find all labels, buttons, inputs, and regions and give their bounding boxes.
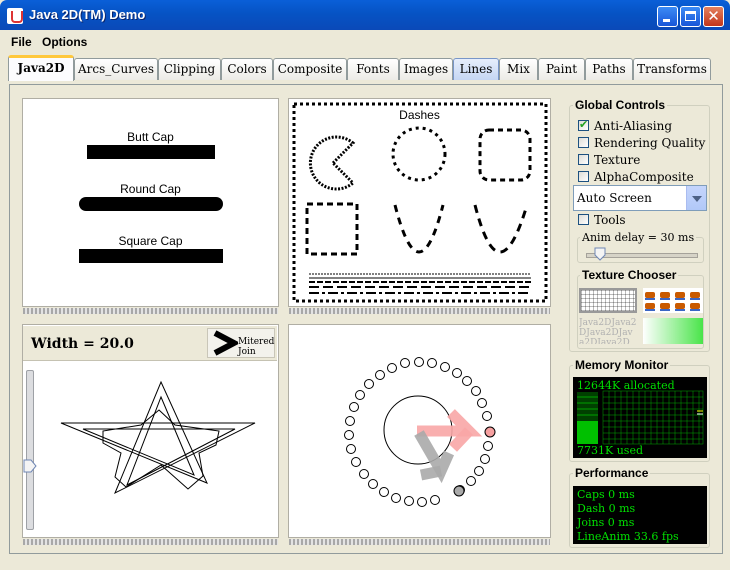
checkbox-unchecked-icon [578, 171, 589, 182]
tab-java2d[interactable]: Java2D [8, 55, 74, 81]
join-type-button[interactable]: Mitered Join [207, 328, 275, 358]
global-controls-title: Global Controls [573, 98, 667, 112]
performance-display[interactable]: Caps 0 ms Dash 0 ms Joins 0 ms LineAnim … [573, 486, 707, 544]
tab-paths[interactable]: Paths [585, 58, 633, 80]
tools-label: Tools [594, 213, 626, 227]
anim-delay-slider-thumb[interactable] [594, 247, 606, 261]
tab-images[interactable]: Images [399, 58, 453, 80]
demo-tab-strip: Java2D Arcs_Curves Clipping Colors Compo… [4, 54, 726, 84]
rendering-quality-label: Rendering Quality [594, 136, 706, 150]
anim-delay-label: Anim delay = 30 ms [580, 231, 697, 244]
dashes-panel-grip[interactable] [289, 308, 550, 314]
checkbox-unchecked-icon [578, 137, 589, 148]
texture-gradient-swatch[interactable] [643, 318, 703, 344]
square-cap-label: Square Cap [118, 234, 183, 248]
tab-fonts[interactable]: Fonts [347, 58, 399, 80]
join-type-label: Mitered Join [238, 337, 275, 357]
screen-combo-box[interactable]: Auto Screen [573, 185, 707, 211]
chevron-down-icon[interactable] [686, 186, 706, 210]
menu-options[interactable]: Options [42, 35, 87, 49]
tab-composite[interactable]: Composite [273, 58, 347, 80]
square-cap-line [79, 249, 223, 263]
java-app-icon[interactable] [7, 8, 23, 24]
close-icon: ✕ [707, 7, 720, 25]
lineanim-drawing [344, 357, 496, 507]
caps-demo-panel[interactable]: Butt Cap Round Cap Square Cap [22, 98, 279, 307]
alpha-composite-label: AlphaComposite [594, 170, 694, 184]
lineanim-panel-grip[interactable] [289, 539, 550, 545]
checkbox-unchecked-icon [578, 154, 589, 165]
checkbox-unchecked-icon [578, 214, 589, 225]
app-window: Java 2D(TM) Demo ✕ File Options Java2D A… [0, 0, 730, 570]
tab-transforms[interactable]: Transforms [633, 58, 711, 80]
joins-control-bar: Width = 20.0 Mitered Join [23, 326, 277, 361]
mitered-join-icon [213, 330, 238, 356]
tab-colors[interactable]: Colors [221, 58, 273, 80]
tab-lines[interactable]: Lines [453, 58, 499, 80]
title-bar[interactable]: Java 2D(TM) Demo ✕ [0, 0, 730, 30]
menu-bar: File Options [4, 30, 726, 54]
menu-file[interactable]: File [11, 35, 32, 49]
caps-panel-grip[interactable] [23, 308, 278, 314]
close-button[interactable]: ✕ [703, 6, 724, 27]
width-label: Width = 20.0 [31, 336, 134, 352]
perf-joins-line: Joins 0 ms [577, 516, 635, 529]
tab-paint[interactable]: Paint [538, 58, 585, 80]
performance-title: Performance [573, 466, 651, 480]
screen-combo-value: Auto Screen [577, 191, 652, 205]
line-width-slider[interactable] [26, 370, 34, 530]
tab-arcs-curves[interactable]: Arcs_Curves [74, 58, 158, 80]
window-title: Java 2D(TM) Demo [29, 7, 146, 22]
perf-caps-line: Caps 0 ms [577, 488, 635, 501]
butt-cap-label: Butt Cap [127, 130, 174, 144]
round-cap-line [79, 197, 223, 211]
lineanim-demo-panel[interactable] [288, 324, 551, 538]
dashes-drawing [292, 102, 548, 303]
perf-lineanim-line: LineAnim 33.6 fps [577, 530, 679, 543]
line-width-slider-thumb[interactable] [23, 459, 37, 473]
round-cap-label: Round Cap [120, 182, 181, 196]
perf-dash-line: Dash 0 ms [577, 502, 636, 515]
memory-used-text: 7731K used [577, 444, 643, 457]
minimize-button[interactable] [657, 6, 678, 27]
checkbox-checked-icon [578, 118, 589, 131]
java-cup-icon [645, 292, 700, 311]
tab-clipping[interactable]: Clipping [158, 58, 221, 80]
maximize-button[interactable] [680, 6, 701, 27]
joins-panel-grip[interactable] [23, 539, 278, 545]
memory-monitor-display[interactable]: 12644K allocated 7731K used [573, 377, 707, 458]
memory-monitor-title: Memory Monitor [573, 358, 671, 372]
dashes-title: Dashes [399, 108, 440, 122]
texture-chooser-title: Texture Chooser [580, 268, 679, 282]
tab-mix[interactable]: Mix [499, 58, 538, 80]
dashes-demo-panel[interactable]: Dashes [288, 98, 551, 307]
texture-label: Texture [594, 153, 641, 167]
anti-aliasing-label: Anti-Aliasing [594, 119, 673, 133]
texture-text-swatch[interactable]: Java2DJava2DJava2DJava2DJava2D [579, 318, 637, 344]
texture-java-cup-swatch[interactable] [643, 288, 703, 313]
butt-cap-line [87, 145, 215, 159]
texture-grid-swatch[interactable] [579, 288, 637, 313]
